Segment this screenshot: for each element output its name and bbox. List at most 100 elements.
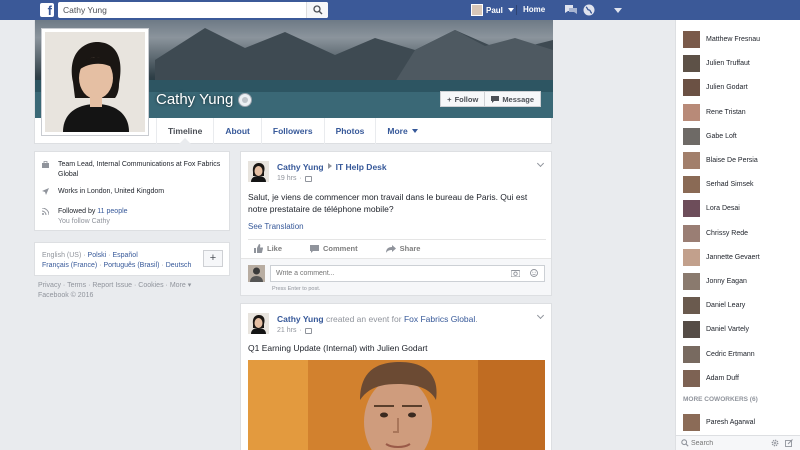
group-link[interactable]: Fox Fabrics Global bbox=[404, 314, 475, 324]
chat-contact[interactable]: Serhad Simsek bbox=[683, 176, 753, 194]
avatar bbox=[248, 265, 265, 282]
gear-icon[interactable] bbox=[771, 439, 779, 447]
user-name: Paul bbox=[486, 5, 503, 15]
chat-sidebar: Matthew Fresnau Julien Truffaut Julien God… bbox=[675, 20, 800, 450]
chat-contact[interactable]: Adam Duff bbox=[683, 369, 739, 387]
search-icon bbox=[313, 5, 323, 15]
search-input[interactable] bbox=[58, 2, 328, 18]
comment-button[interactable]: Comment bbox=[310, 244, 358, 253]
avatar[interactable] bbox=[248, 313, 269, 334]
language-link[interactable]: Español bbox=[112, 252, 137, 259]
avatar bbox=[683, 369, 700, 387]
chat-contact[interactable]: Julien Godart bbox=[683, 79, 748, 97]
chat-contact[interactable]: Matthew Fresnau bbox=[683, 31, 760, 48]
chat-contact[interactable]: Jannette Gevaert bbox=[683, 248, 760, 266]
chat-contact[interactable]: Cedric Ertmann bbox=[683, 345, 755, 363]
profile-tabs: Timeline About Followers Photos More bbox=[156, 118, 429, 144]
see-translation-link[interactable]: See Translation bbox=[248, 222, 304, 231]
chat-search-input[interactable] bbox=[691, 438, 761, 449]
post-target-link[interactable]: IT Help Desk bbox=[336, 162, 387, 172]
post-header: Cathy Yung IT Help Desk bbox=[277, 162, 387, 172]
avatar bbox=[683, 200, 700, 218]
chat-contact-name: Cedric Ertmann bbox=[706, 350, 755, 358]
post-author-link[interactable]: Cathy Yung bbox=[277, 314, 324, 324]
profile-name[interactable]: Cathy Yung bbox=[156, 91, 233, 108]
settings-chevron-icon[interactable] bbox=[614, 8, 622, 13]
add-language-button[interactable]: + bbox=[203, 250, 223, 267]
comment-input[interactable] bbox=[270, 265, 545, 282]
facebook-logo-icon[interactable]: f bbox=[40, 3, 54, 17]
avatar bbox=[683, 248, 700, 266]
messages-icon[interactable] bbox=[564, 4, 578, 16]
language-card: English (US) · Polski · Español Français… bbox=[34, 242, 230, 276]
chat-contact[interactable]: Jonny Eagan bbox=[683, 273, 747, 290]
chat-contact-name: Rene Tristan bbox=[706, 108, 746, 116]
language-list: English (US) · Polski · Español Français… bbox=[42, 252, 192, 269]
copyright: Facebook © 2016 bbox=[38, 292, 94, 299]
post-timestamp[interactable]: 21 hrs · bbox=[277, 327, 312, 334]
chat-contact-name: Daniel Leary bbox=[706, 302, 746, 310]
avatar bbox=[683, 103, 700, 121]
home-link[interactable]: Home bbox=[523, 5, 545, 14]
top-navigation-bar: f Paul Home bbox=[0, 0, 800, 20]
event-image[interactable] bbox=[248, 360, 545, 450]
avatar bbox=[683, 55, 700, 73]
share-button[interactable]: Share bbox=[385, 244, 420, 253]
chat-contact[interactable]: Gabe Loft bbox=[683, 127, 737, 145]
post-timestamp[interactable]: 19 hrs · bbox=[277, 175, 312, 182]
like-button[interactable]: Like bbox=[254, 244, 282, 253]
user-menu[interactable]: Paul bbox=[471, 4, 514, 16]
tab-photos[interactable]: Photos bbox=[323, 118, 376, 144]
avatar bbox=[683, 321, 700, 339]
chat-contact[interactable]: Rene Tristan bbox=[683, 103, 746, 121]
post-options-chevron-icon[interactable] bbox=[536, 311, 545, 320]
footer-link[interactable]: Privacy bbox=[38, 282, 61, 289]
footer-link[interactable]: Report Issue bbox=[92, 282, 132, 289]
chat-contact-name: Julien Godart bbox=[706, 84, 748, 92]
chat-contact[interactable]: Blaise De Persia bbox=[683, 152, 758, 169]
compose-icon[interactable] bbox=[785, 439, 793, 447]
post-author-link[interactable]: Cathy Yung bbox=[277, 162, 324, 172]
follow-button[interactable]: + Follow bbox=[440, 91, 486, 107]
emoji-icon[interactable] bbox=[530, 269, 538, 277]
profile-header: Cathy Yung + Follow Message Timeline Abou… bbox=[34, 20, 553, 144]
profile-picture[interactable] bbox=[41, 28, 149, 136]
comment-hint: Press Enter to post. bbox=[272, 286, 321, 292]
footer-link[interactable]: More bbox=[170, 282, 186, 289]
chat-contact[interactable]: Chrissy Rede bbox=[683, 224, 748, 242]
language-link[interactable]: Français (France) bbox=[42, 262, 97, 269]
chat-contact[interactable]: Daniel Leary bbox=[683, 297, 746, 315]
tab-timeline[interactable]: Timeline bbox=[156, 118, 213, 144]
profile-photo-illustration bbox=[45, 32, 145, 132]
chat-contact[interactable]: Daniel Vartely bbox=[683, 321, 749, 339]
chat-contact[interactable]: Julien Truffaut bbox=[683, 55, 750, 73]
event-photo-illustration bbox=[248, 360, 545, 450]
chat-contact[interactable]: Lora Desai bbox=[683, 200, 740, 218]
more-coworkers-link[interactable]: MORE COWORKERS (6) bbox=[683, 396, 758, 403]
chat-contact[interactable]: Paresh Agarwal bbox=[683, 414, 755, 431]
post-options-chevron-icon[interactable] bbox=[536, 159, 545, 168]
avatar[interactable] bbox=[248, 161, 269, 182]
comment-composer: Press Enter to post. bbox=[241, 258, 551, 295]
footer-link[interactable]: Cookies bbox=[138, 282, 163, 289]
tab-followers[interactable]: Followers bbox=[260, 118, 324, 144]
globe-icon[interactable] bbox=[583, 4, 595, 16]
avatar bbox=[683, 297, 700, 315]
footer-link[interactable]: Terms bbox=[67, 282, 86, 289]
intro-followers: Followed by 11 people You follow Cathy bbox=[42, 207, 226, 227]
language-link[interactable]: Polski bbox=[88, 252, 107, 259]
camera-icon[interactable] bbox=[511, 269, 520, 277]
message-icon bbox=[491, 95, 500, 103]
followers-link[interactable]: 11 people bbox=[97, 208, 127, 215]
tab-more[interactable]: More bbox=[375, 118, 428, 144]
comment-icon bbox=[310, 244, 320, 253]
event-title[interactable]: Q1 Earning Update (Internal) with Julien… bbox=[248, 343, 428, 353]
search-button[interactable] bbox=[306, 2, 328, 18]
feed-post: Cathy Yung created an event for Fox Fabr… bbox=[240, 303, 552, 450]
language-link[interactable]: Português (Brasil) bbox=[103, 262, 159, 269]
tab-about[interactable]: About bbox=[213, 118, 261, 144]
message-button[interactable]: Message bbox=[485, 91, 541, 107]
intro-work: Team Lead, Internal Communications at Fo… bbox=[42, 160, 226, 180]
language-link[interactable]: Deutsch bbox=[166, 262, 192, 269]
post-header: Cathy Yung created an event for Fox Fabr… bbox=[277, 314, 478, 324]
